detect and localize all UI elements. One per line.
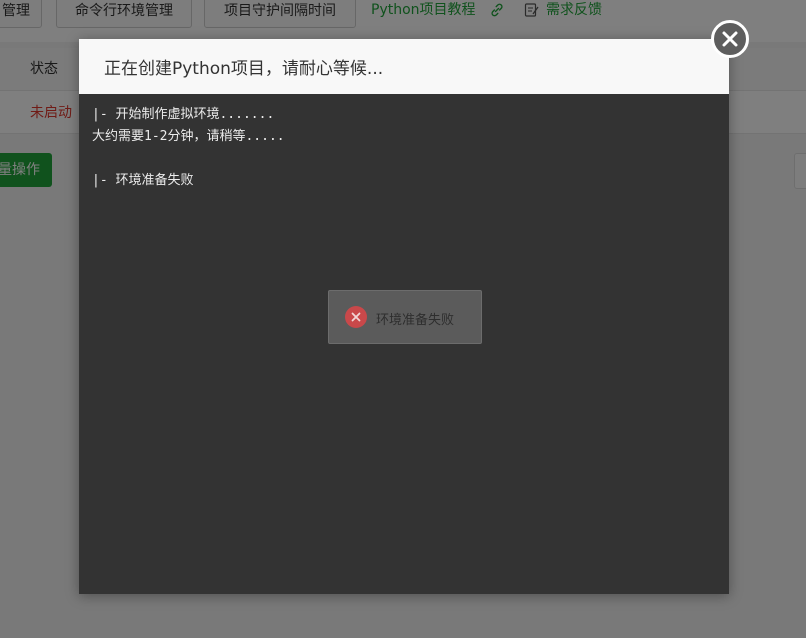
log-line: 大约需要1-2分钟，请稍等..... — [92, 129, 285, 144]
toast-message: 环境准备失败 — [376, 313, 455, 328]
error-toast: 环境准备失败 — [328, 290, 482, 344]
log-line: |- 开始制作虚拟环境....... — [92, 107, 275, 122]
terminal-log-panel: |- 开始制作虚拟环境....... 大约需要1-2分钟，请稍等..... |-… — [79, 94, 729, 594]
log-output: |- 开始制作虚拟环境....... 大约需要1-2分钟，请稍等..... |-… — [92, 104, 712, 192]
log-line: |- 环境准备失败 — [92, 173, 194, 188]
close-modal-button[interactable] — [711, 20, 749, 58]
modal-title: 正在创建Python项目，请耐心等候... — [104, 59, 384, 79]
modal-header: 正在创建Python项目，请耐心等候... — [79, 39, 729, 95]
close-icon — [722, 31, 738, 47]
error-circle-icon — [345, 306, 367, 328]
